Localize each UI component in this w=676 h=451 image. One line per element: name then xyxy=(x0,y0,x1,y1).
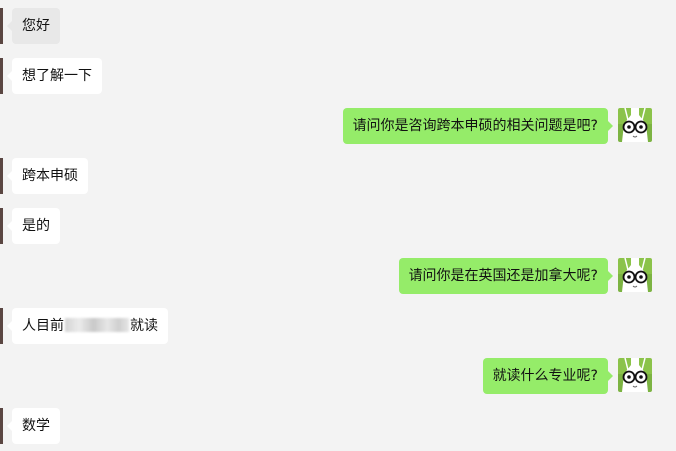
message-edge-marker xyxy=(0,408,3,444)
avatar[interactable] xyxy=(618,108,652,142)
message-text: 请问你是在英国还是加拿大呢? xyxy=(408,268,598,284)
message-text-after: 就读 xyxy=(130,318,158,334)
message-bubble[interactable]: 是的 xyxy=(7,208,60,244)
message-bubble[interactable]: 跨本申硕 xyxy=(7,158,88,194)
message-text: 是的 xyxy=(22,218,50,234)
message-text: 跨本申硕 xyxy=(22,168,78,184)
message-text-before: 人目前 xyxy=(22,318,64,334)
message-text: 就读什么专业呢? xyxy=(492,368,598,384)
avatar[interactable] xyxy=(618,258,652,292)
message-text: 数学 xyxy=(22,418,50,434)
bunny-with-glasses-icon xyxy=(618,258,652,292)
message-edge-marker xyxy=(0,158,3,194)
bunny-with-glasses-icon xyxy=(618,358,652,392)
message-edge-marker xyxy=(0,308,3,344)
bunny-with-glasses-icon xyxy=(618,108,652,142)
message-edge-marker xyxy=(0,208,3,244)
message-text: 请问你是咨询跨本申硕的相关问题是吧? xyxy=(352,118,598,134)
message-edge-marker xyxy=(0,8,3,44)
avatar[interactable] xyxy=(618,358,652,392)
message-bubble[interactable]: 就读什么专业呢? xyxy=(482,358,614,394)
message-bubble[interactable]: 请问你是在英国还是加拿大呢? xyxy=(398,258,614,294)
chat-window: 您好 想了解一下 请问你是咨询跨本申硕的相关问题是吧? 跨本申硕 是的 请问你是… xyxy=(0,0,676,451)
message-text: 您好 xyxy=(22,18,50,34)
message-bubble[interactable]: 请问你是咨询跨本申硕的相关问题是吧? xyxy=(342,108,614,144)
message-text: 想了解一下 xyxy=(22,68,92,84)
message-bubble[interactable]: 数学 xyxy=(7,408,60,444)
message-bubble[interactable]: 人目前 就读 xyxy=(7,308,168,344)
message-edge-marker xyxy=(0,58,3,94)
message-bubble[interactable]: 您好 xyxy=(7,8,60,44)
message-bubble[interactable]: 想了解一下 xyxy=(7,58,102,94)
redacted-text xyxy=(65,318,129,332)
